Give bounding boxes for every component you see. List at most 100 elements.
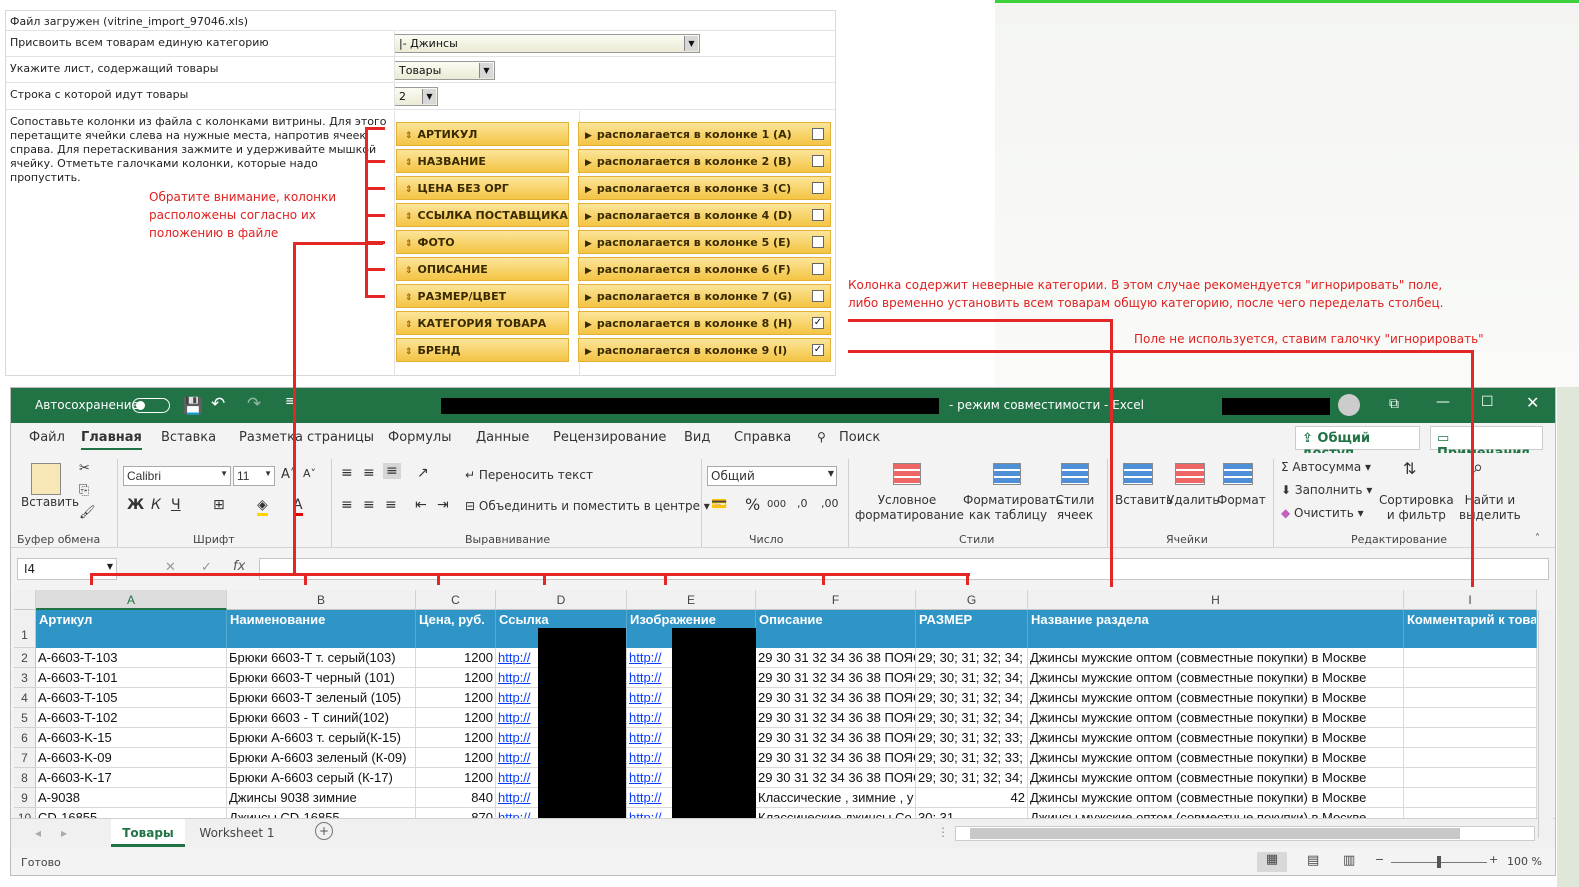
column-header-D[interactable]: D	[496, 590, 627, 610]
menu-4[interactable]: Разметка страницы	[239, 430, 374, 445]
zoom-out-icon[interactable]: −	[1375, 853, 1384, 866]
table-cell[interactable]: 29; 30; 31; 32; 33;	[916, 728, 1028, 748]
column-header-A[interactable]: A	[36, 590, 227, 610]
table-cell[interactable]: A-6603-T-102	[36, 708, 227, 728]
autosum-button[interactable]: Σ Автосумма ▾	[1281, 460, 1371, 474]
format-cells-button[interactable]: Формат	[1217, 493, 1266, 507]
table-cell[interactable]: A-6603-T-103	[36, 648, 227, 668]
decrease-decimal-icon[interactable]: ,00	[821, 497, 839, 510]
table-cell[interactable]: 1200	[416, 688, 496, 708]
ignore-checkbox-3[interactable]	[812, 182, 824, 194]
table-cell[interactable]	[1404, 668, 1537, 688]
row-header[interactable]: 4	[14, 688, 36, 708]
borders-icon[interactable]: ⊞	[213, 497, 225, 513]
italic-icon[interactable]: К	[151, 497, 161, 513]
formula-input[interactable]	[259, 558, 1549, 580]
ignore-checkbox-7[interactable]	[812, 290, 824, 302]
sort-filter-icon[interactable]: ⇅	[1403, 459, 1416, 478]
table-cell[interactable]: Брюки 6603 - Т синий(102)	[227, 708, 416, 728]
align-left-icon[interactable]: ≡	[341, 497, 353, 513]
row-header[interactable]: 9	[14, 788, 36, 808]
table-cell[interactable]: 29 30 31 32 34 36 38 ПОЯС	[756, 688, 916, 708]
fill-color-icon[interactable]: ◈	[257, 497, 268, 516]
table-cell[interactable]: 29; 30; 31; 32; 33;	[916, 748, 1028, 768]
number-format-select[interactable]: Общий ▼	[707, 466, 837, 486]
table-cell[interactable]	[1404, 688, 1537, 708]
sheet-tab-goods[interactable]: Товары	[111, 819, 185, 847]
menu-1[interactable]: Файл	[29, 430, 65, 445]
scrollbar-thumb[interactable]	[970, 828, 1460, 839]
zoom-slider[interactable]	[1391, 856, 1487, 868]
clear-button[interactable]: ◆ Очистить ▾	[1281, 506, 1364, 520]
search-icon[interactable]: ⌕	[1473, 457, 1483, 478]
table-cell[interactable]: 1200	[416, 748, 496, 768]
table-cell[interactable]: Брюки 6603-Т черный (101)	[227, 668, 416, 688]
align-top-icon[interactable]: ≡	[341, 465, 353, 481]
table-cell[interactable]	[1404, 648, 1537, 668]
more-options-icon[interactable]: ⋮	[937, 825, 949, 839]
page-layout-icon[interactable]: ▤	[1307, 853, 1319, 868]
table-cell[interactable]: Брюки 6603-Т зеленый (105)	[227, 688, 416, 708]
header-cell[interactable]: Наименование	[227, 610, 416, 648]
table-cell[interactable]: A-9038	[36, 788, 227, 808]
table-cell[interactable]: 29 30 31 32 34 36 38 ПОЯС	[756, 768, 916, 788]
menu-9[interactable]: Справка	[734, 430, 791, 445]
table-cell[interactable]	[1404, 788, 1537, 808]
ignore-checkbox-2[interactable]	[812, 155, 824, 167]
ignore-checkbox-4[interactable]	[812, 209, 824, 221]
table-cell[interactable]: 29; 30; 31; 32; 34; 3	[916, 768, 1028, 788]
header-cell[interactable]: РАЗМЕР	[916, 610, 1028, 648]
conditional-formatting-icon[interactable]	[893, 463, 921, 485]
row-header[interactable]: 3	[14, 668, 36, 688]
table-cell[interactable]: 42	[916, 788, 1028, 808]
table-cell[interactable]: 840	[416, 788, 496, 808]
ignore-checkbox-6[interactable]	[812, 263, 824, 275]
row-header[interactable]: 7	[14, 748, 36, 768]
avatar[interactable]	[1338, 394, 1360, 416]
header-cell[interactable]: Описание	[756, 610, 916, 648]
undo-icon[interactable]: ↶	[211, 394, 225, 414]
close-icon[interactable]: ✕	[1526, 393, 1539, 412]
format-painter-icon[interactable]: 🖌	[79, 505, 96, 520]
table-cell[interactable]: Джинсы мужские оптом (совместные покупки…	[1028, 788, 1404, 808]
header-cell[interactable]: Комментарий к това	[1404, 610, 1537, 648]
ignore-checkbox-8[interactable]: ✓	[812, 317, 824, 329]
menu-7[interactable]: Рецензирование	[553, 430, 666, 445]
font-size-select[interactable]: 11 ▼	[233, 466, 275, 486]
column-header-B[interactable]: B	[227, 590, 416, 610]
column-header-F[interactable]: F	[756, 590, 916, 610]
header-cell[interactable]: Название раздела	[1028, 610, 1404, 648]
sheet-select[interactable]: Товары ▼	[394, 61, 495, 80]
table-cell[interactable]: Джинсы 9038 зимние	[227, 788, 416, 808]
chevron-down-icon[interactable]: ▼	[479, 63, 493, 78]
table-cell[interactable]	[1404, 728, 1537, 748]
share-button[interactable]: ⇪ Общий доступ	[1295, 426, 1420, 461]
row-header[interactable]: 6	[14, 728, 36, 748]
orientation-icon[interactable]: ↗	[417, 465, 429, 481]
vertical-scrollbar[interactable]	[1538, 610, 1553, 838]
table-cell[interactable]: 1200	[416, 768, 496, 788]
column-header-G[interactable]: G	[916, 590, 1028, 610]
menu-5[interactable]: Формулы	[388, 430, 451, 445]
header-cell[interactable]: Артикул	[36, 610, 227, 648]
table-cell[interactable]: 1200	[416, 648, 496, 668]
insert-cells-button[interactable]: Вставить	[1115, 493, 1173, 507]
merge-center-button[interactable]: ⊟ Объединить и поместить в центре ▾	[465, 499, 710, 513]
increase-indent-icon[interactable]: ⇥	[437, 497, 449, 513]
table-cell[interactable]: A-6603-K-09	[36, 748, 227, 768]
cell-styles-button[interactable]: Стили ячеек	[1055, 493, 1095, 523]
table-cell[interactable]	[1404, 708, 1537, 728]
table-cell[interactable]: Джинсы мужские оптом (совместные покупки…	[1028, 768, 1404, 788]
table-cell[interactable]	[1404, 748, 1537, 768]
ignore-checkbox-5[interactable]	[812, 236, 824, 248]
increase-decimal-icon[interactable]: ,0	[797, 497, 808, 510]
table-cell[interactable]: A-6603-K-15	[36, 728, 227, 748]
field-button-4[interactable]: ⇕ ССЫЛКА ПОСТАВЩИКА	[396, 203, 569, 227]
sort-filter-button[interactable]: Сортировка и фильтр	[1379, 493, 1454, 523]
zoom-slider-thumb[interactable]	[1437, 856, 1441, 868]
table-cell[interactable]: 29; 30; 31; 32; 34; 3	[916, 688, 1028, 708]
menu-2[interactable]: Главная	[81, 430, 142, 450]
comments-button[interactable]: ▭ Примечания	[1430, 426, 1543, 461]
table-cell[interactable]: 29; 30; 31; 32; 34; 3	[916, 668, 1028, 688]
delete-cells-button[interactable]: Удалить	[1167, 493, 1220, 507]
